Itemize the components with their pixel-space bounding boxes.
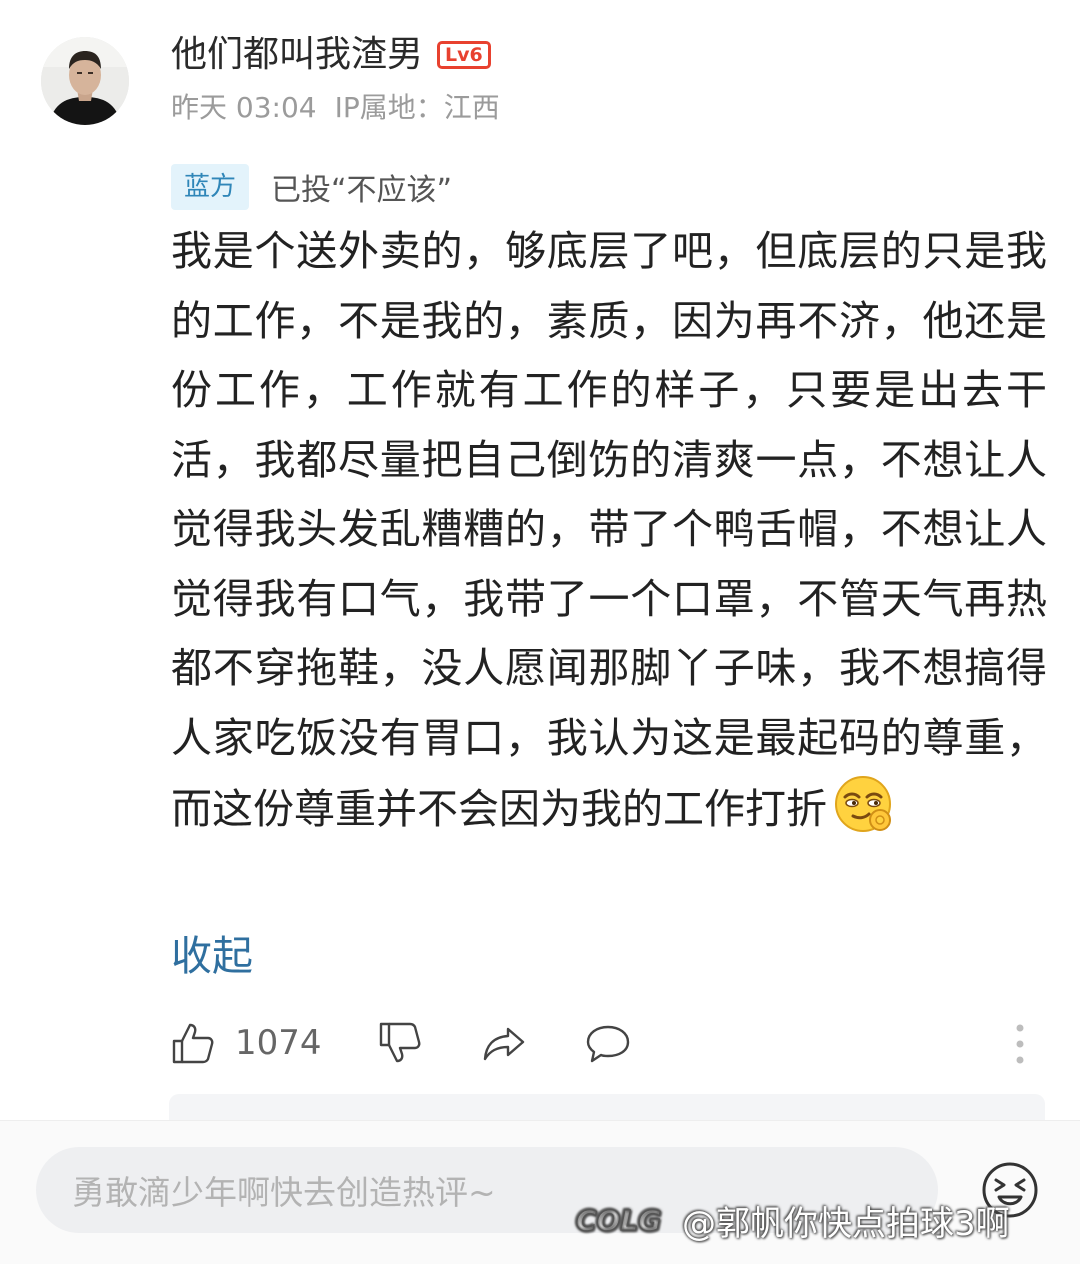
watermark: COLG @郭帆你快点拍球3啊 (572, 1194, 1010, 1246)
vote-status: 已投“不应该” (271, 173, 453, 208)
smirk-ok-emoji (833, 773, 895, 835)
post-time: 昨天 03:04 (171, 91, 317, 124)
thumbs-up-icon (171, 1021, 215, 1065)
like-button[interactable]: 1074 (171, 1021, 322, 1065)
comment-body: 我是个送外卖的，够底层了吧，但底层的只是我的工作，不是我的，素质，因为再不济，他… (171, 217, 1047, 845)
more-icon (1010, 1022, 1030, 1066)
reply-button[interactable] (586, 1021, 630, 1065)
username[interactable]: 他们都叫我渣男 (171, 37, 423, 73)
watermark-text: @郭帆你快点拍球3啊 (682, 1203, 1010, 1244)
dislike-button[interactable] (378, 1021, 422, 1065)
ip-location: IP属地：江西 (334, 91, 500, 124)
share-icon (482, 1021, 526, 1065)
collapse-link[interactable]: 收起 (171, 928, 253, 984)
comment-text: 我是个送外卖的，够底层了吧，但底层的只是我的工作，不是我的，素质，因为再不济，他… (171, 227, 1047, 833)
colg-logo: COLG (572, 1199, 676, 1241)
like-count: 1074 (235, 1023, 322, 1063)
thumbs-down-icon (378, 1021, 422, 1065)
share-button[interactable] (482, 1021, 526, 1065)
side-tag: 蓝方 (171, 164, 250, 210)
user-avatar[interactable] (41, 37, 129, 125)
reply-preview-strip (169, 1094, 1045, 1120)
more-button[interactable] (1010, 1022, 1030, 1066)
comment-icon (586, 1021, 630, 1065)
level-badge: Lv6 (437, 41, 491, 69)
svg-text:COLG: COLG (576, 1204, 661, 1237)
